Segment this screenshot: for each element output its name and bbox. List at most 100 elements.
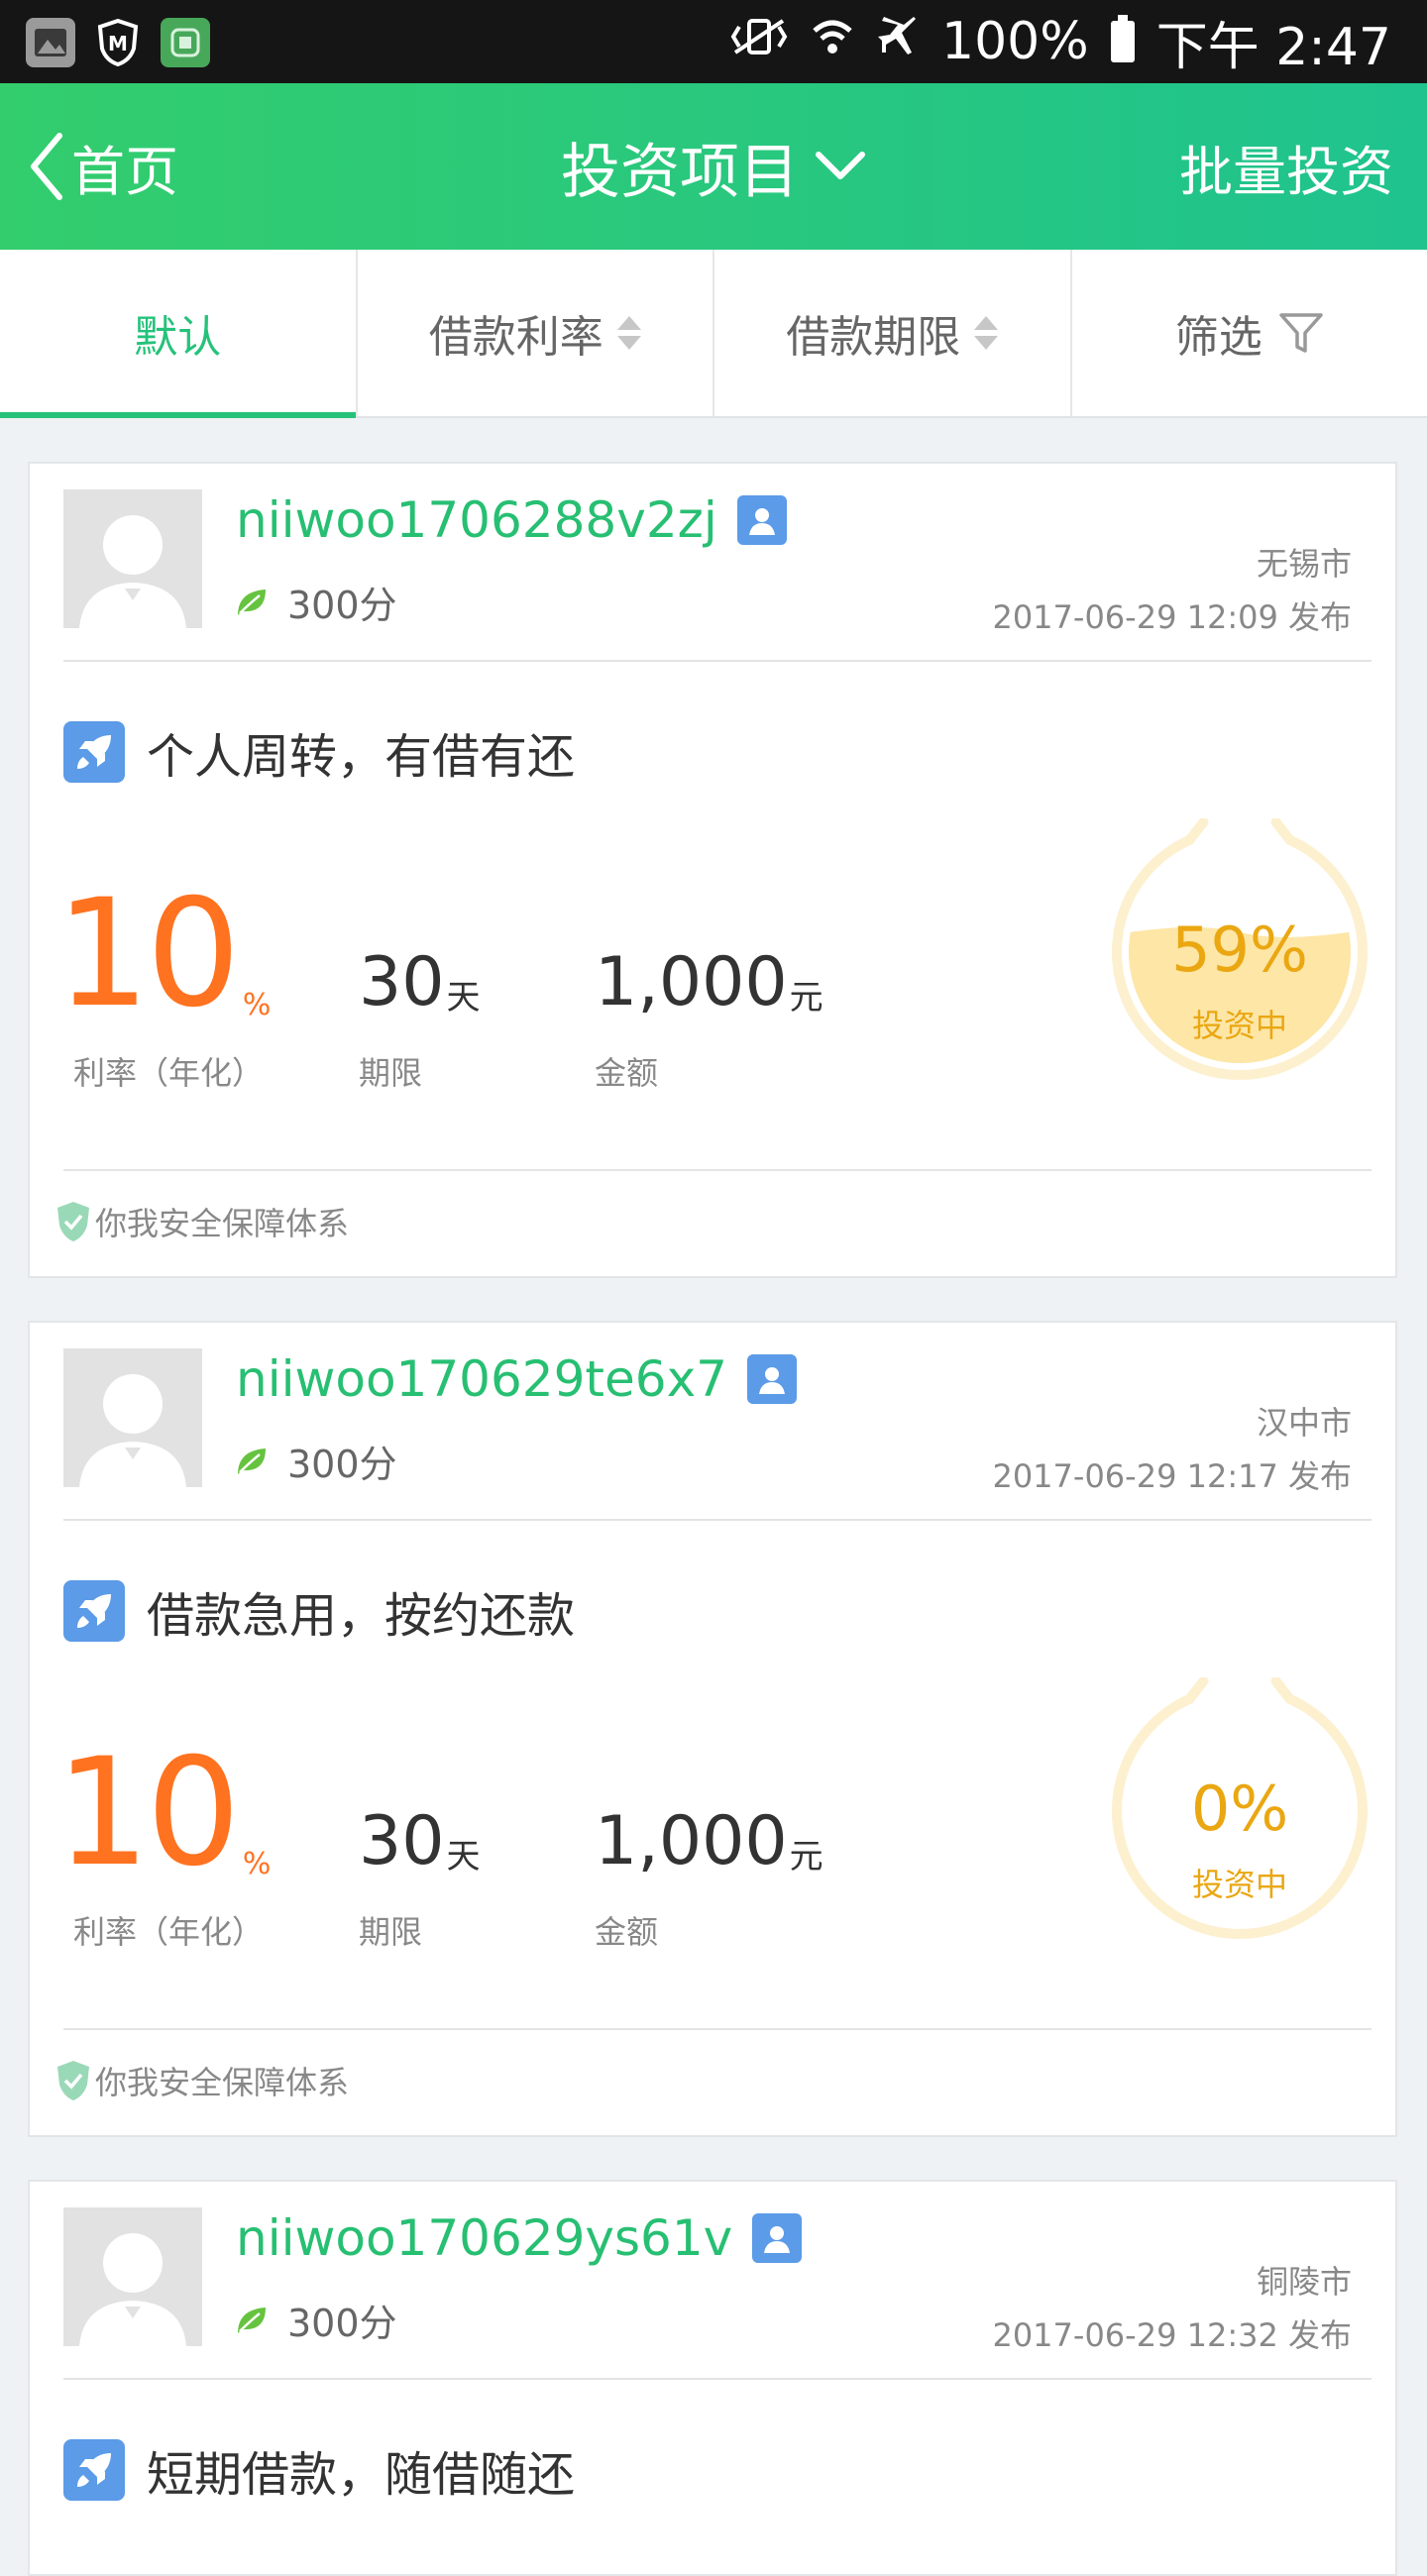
city: 无锡市: [1257, 539, 1352, 585]
divider: [63, 1519, 1372, 1521]
page-title: 投资项目: [561, 124, 799, 210]
leaf-icon: [236, 588, 268, 617]
loan-amount: 1,000 元: [595, 1808, 823, 1876]
amount-unit: 元: [790, 981, 823, 1015]
term-value: 30: [359, 949, 445, 1017]
battery-percent: 100%: [941, 12, 1089, 71]
battery-icon: [1111, 21, 1135, 62]
purpose-text: 短期借款，随借随还: [147, 2435, 575, 2505]
loan-term: 30 天: [359, 1808, 481, 1876]
city: 汉中市: [1257, 1398, 1352, 1444]
user-verified-icon: [752, 2213, 802, 2263]
score-value: 300分: [287, 2293, 397, 2347]
username[interactable]: niiwoo1706288v2zj: [236, 491, 787, 549]
app-header: 首页 投资项目 批量投资: [0, 83, 1427, 250]
rate-value: 10: [55, 880, 237, 1028]
loan-amount: 1,000 元: [595, 949, 823, 1017]
rate-unit: %: [243, 991, 272, 1020]
score-value: 300分: [287, 575, 397, 629]
filter-icon: [1278, 311, 1324, 355]
user-verified-icon: [747, 1354, 797, 1404]
chevron-down-icon: [815, 151, 866, 182]
progress-percent: 59%: [1106, 919, 1373, 981]
username[interactable]: niiwoo170629te6x7: [236, 1350, 797, 1408]
notification-icons: M: [26, 18, 210, 67]
progress-status: 投资中: [1106, 1860, 1373, 1905]
progress-status: 投资中: [1106, 1001, 1373, 1046]
term-value: 30: [359, 1808, 445, 1876]
shield-check-icon: [54, 2059, 93, 2102]
purpose-text: 借款急用，按约还款: [147, 1576, 575, 1646]
amount-label: 金额: [595, 1907, 658, 1953]
term-label: 期限: [359, 1048, 422, 1094]
credit-score: 300分: [236, 1434, 397, 1488]
tab-label: 筛选: [1175, 301, 1262, 365]
batch-invest-button[interactable]: 批量投资: [1179, 83, 1393, 250]
progress-gauge: 59% 投资中: [1106, 818, 1373, 1086]
system-status: 100% 下午 2:47: [729, 0, 1391, 83]
term-unit: 天: [447, 1840, 481, 1874]
wifi-icon: [811, 17, 854, 67]
credit-score: 300分: [236, 2293, 397, 2347]
app-notification-icon: [161, 18, 210, 67]
sort-arrows-icon: [974, 316, 998, 350]
safety-guarantee[interactable]: 你我安全保障体系: [54, 1199, 349, 1244]
divider: [63, 2378, 1372, 2380]
rocket-icon: [63, 721, 125, 783]
username[interactable]: niiwoo170629ys61v: [236, 2209, 802, 2267]
username-text: niiwoo170629ys61v: [236, 2209, 732, 2267]
safety-text: 你我安全保障体系: [95, 2058, 349, 2103]
tab-label: 借款利率: [429, 301, 604, 365]
airplane-mode-icon: [876, 15, 920, 69]
gauge-ring-hook: [1276, 822, 1290, 840]
publish-time: 2017-06-29 12:09 发布: [992, 592, 1352, 638]
term-label: 期限: [359, 1907, 422, 1953]
city: 铜陵市: [1257, 2257, 1352, 2303]
amount-value: 1,000: [595, 949, 788, 1017]
vibrate-icon: [729, 17, 789, 67]
divider: [63, 1169, 1372, 1171]
tab-filter[interactable]: 筛选: [1070, 250, 1427, 416]
shield-m-icon: M: [93, 18, 143, 67]
term-unit: 天: [447, 981, 481, 1015]
gauge-ring-hook: [1276, 1681, 1290, 1699]
tab-interest-rate[interactable]: 借款利率: [356, 250, 714, 416]
sort-tabs: 默认 借款利率 借款期限 筛选: [0, 250, 1427, 418]
rate-value: 10: [55, 1739, 237, 1887]
leaf-icon: [236, 2306, 268, 2335]
divider: [63, 2028, 1372, 2030]
amount-value: 1,000: [595, 1808, 788, 1876]
loan-term: 30 天: [359, 949, 481, 1017]
tab-default[interactable]: 默认: [0, 250, 356, 416]
leaf-icon: [236, 1447, 268, 1476]
username-text: niiwoo1706288v2zj: [236, 491, 717, 549]
tab-label: 默认: [134, 301, 221, 365]
clock: 下午 2:47: [1156, 5, 1391, 79]
avatar: [63, 1348, 202, 1487]
interest-rate: 10 %: [55, 880, 271, 1028]
rate-label: 利率（年化）: [73, 1048, 264, 1094]
loan-purpose: 短期借款，随借随还: [63, 2435, 575, 2505]
safety-text: 你我安全保障体系: [95, 1199, 349, 1244]
loan-card[interactable]: niiwoo170629ys61v 300分 铜陵市 2017-06-29 12…: [28, 2180, 1397, 2576]
rate-unit: %: [243, 1850, 272, 1879]
score-value: 300分: [287, 1434, 397, 1488]
rocket-icon: [63, 1580, 125, 1642]
rocket-icon: [63, 2439, 125, 2501]
tab-label: 借款期限: [786, 301, 960, 365]
shield-check-icon: [54, 1200, 93, 1243]
publish-time: 2017-06-29 12:17 发布: [992, 1451, 1352, 1497]
gauge-ring-hook: [1189, 1681, 1203, 1699]
amount-unit: 元: [790, 1840, 823, 1874]
status-bar: M 100% 下午 2:47: [0, 0, 1427, 83]
avatar: [63, 489, 202, 628]
svg-text:M: M: [108, 32, 128, 55]
loan-purpose: 个人周转，有借有还: [63, 717, 575, 787]
purpose-text: 个人周转，有借有还: [147, 717, 575, 787]
loan-card[interactable]: niiwoo170629te6x7 300分 汉中市 2017-06-29 12…: [28, 1321, 1397, 2137]
sort-arrows-icon: [617, 316, 641, 350]
divider: [63, 660, 1372, 662]
safety-guarantee[interactable]: 你我安全保障体系: [54, 2058, 349, 2103]
loan-card[interactable]: niiwoo1706288v2zj 300分 无锡市 2017-06-29 12…: [28, 462, 1397, 1278]
tab-loan-term[interactable]: 借款期限: [713, 250, 1070, 416]
